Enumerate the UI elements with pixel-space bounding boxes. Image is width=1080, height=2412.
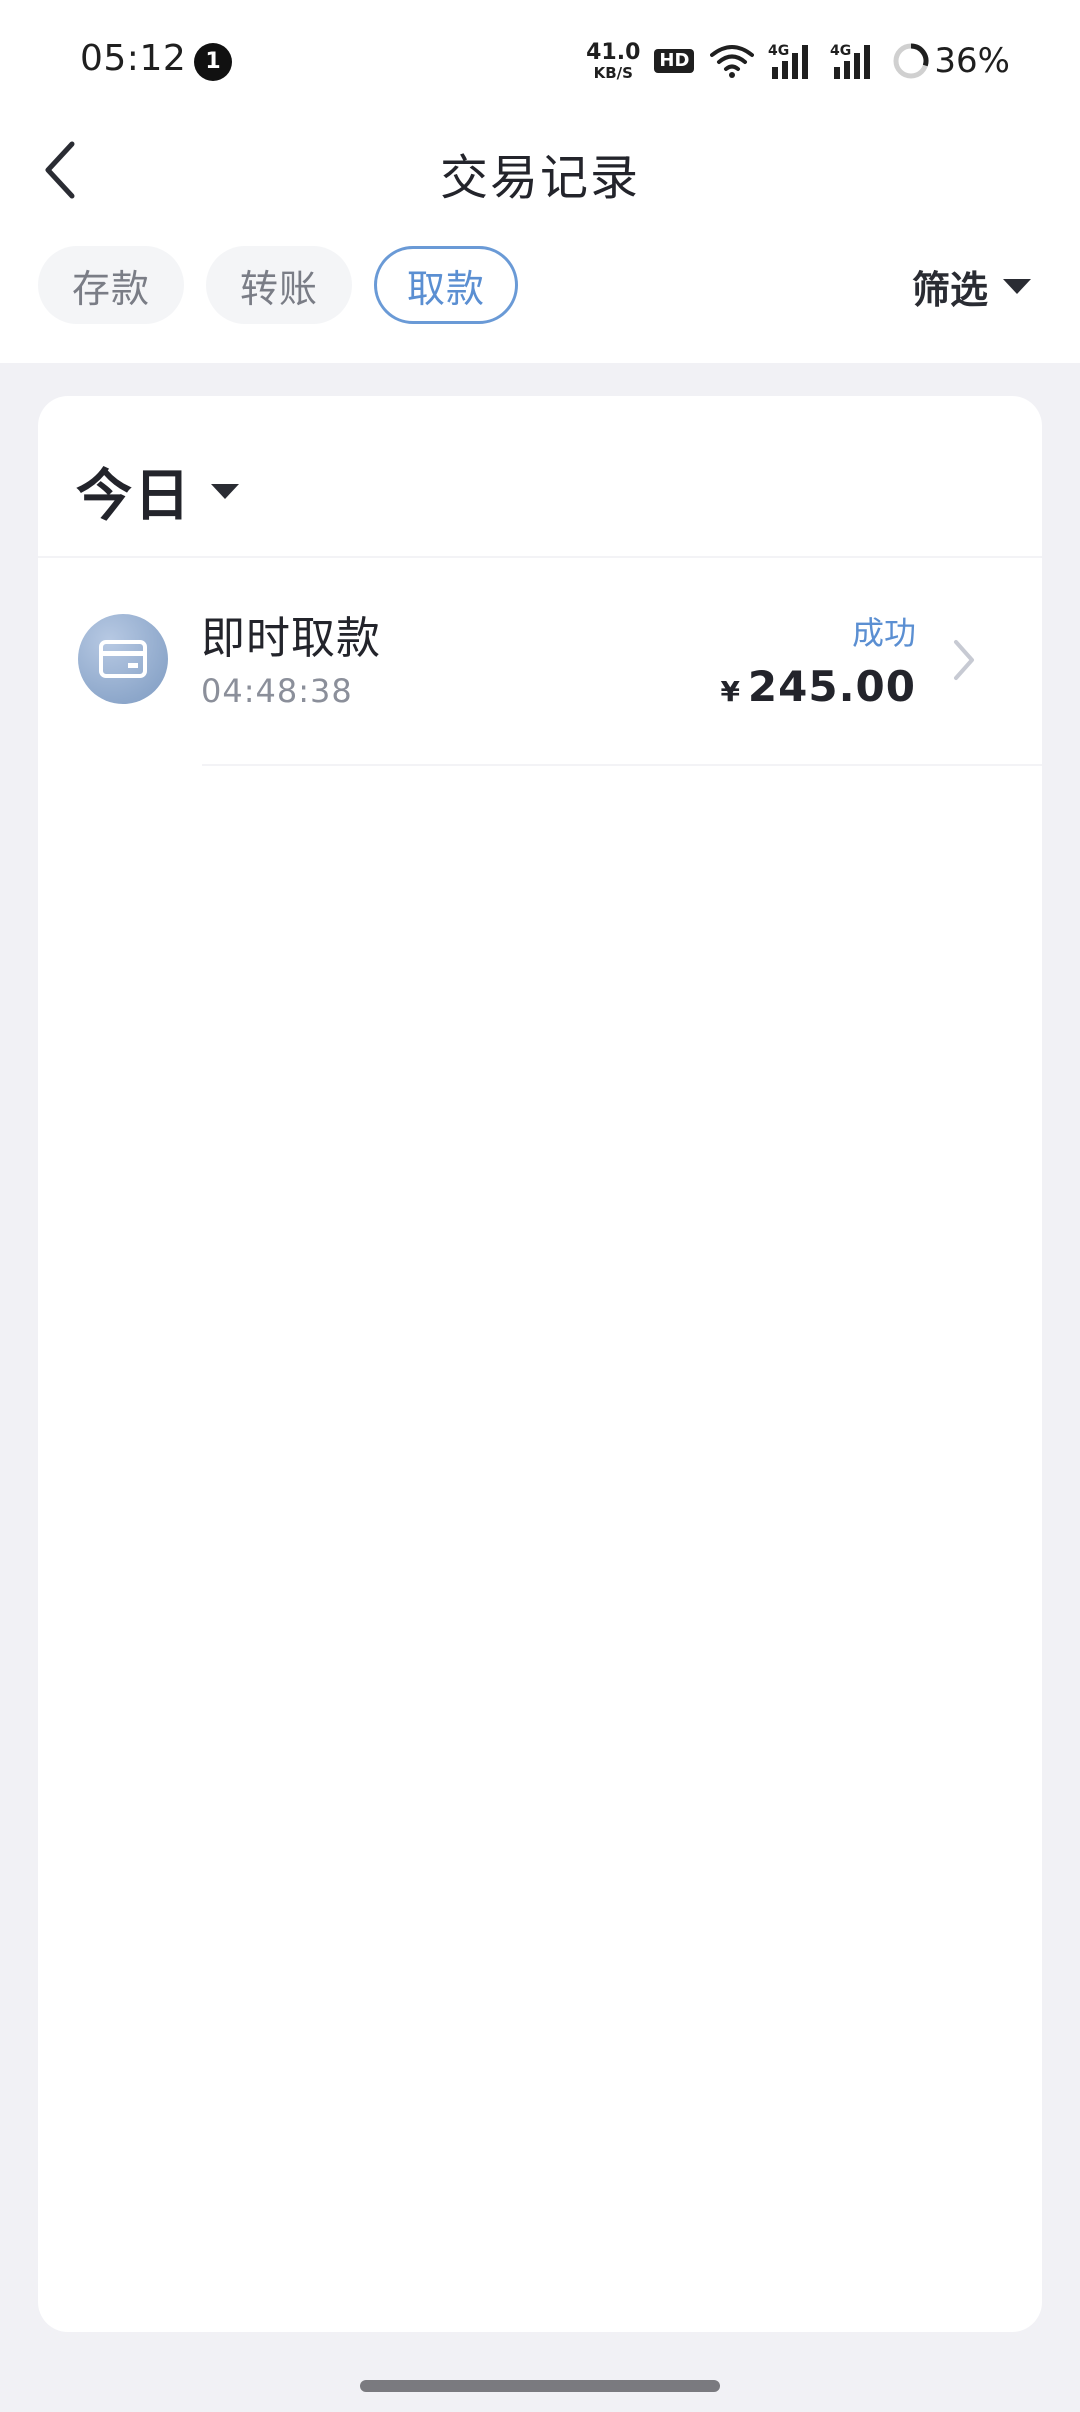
divider	[202, 764, 1042, 766]
wifi-icon	[710, 45, 755, 78]
tab-deposit[interactable]: 存款	[38, 246, 184, 324]
status-bar: 05:12 1 41.0 KB/S HD 4G 4G 36%	[0, 0, 1080, 120]
transaction-time: 04:48:38	[201, 672, 353, 710]
tab-transfer[interactable]: 转账	[206, 246, 352, 324]
date-selector[interactable]: 今日	[76, 456, 240, 529]
filter-label: 筛选	[911, 267, 988, 312]
transaction-status: 成功	[851, 614, 916, 652]
card-icon	[99, 640, 147, 678]
network-speed-unit: KB/S	[593, 63, 633, 82]
hd-icon: HD	[654, 49, 695, 73]
battery-ring-icon	[893, 43, 929, 79]
svg-text:4G: 4G	[768, 43, 789, 59]
transactions-card: 今日 即时取款 04:48:38 成功 ¥ 245.00	[38, 396, 1042, 2332]
amount-value: 245.00	[747, 662, 916, 711]
home-indicator[interactable]	[360, 2380, 720, 2392]
screen: 05:12 1 41.0 KB/S HD 4G 4G 36% 交易记录 存款 转…	[0, 0, 1080, 2412]
transaction-type-badge	[78, 614, 168, 704]
filter-button[interactable]: 筛选	[912, 256, 1032, 316]
status-time: 05:12	[80, 38, 187, 79]
battery-percent: 36%	[934, 41, 1010, 81]
svg-text:4G: 4G	[830, 43, 851, 59]
signal-4g-icon: 4G	[830, 43, 871, 79]
signal-4g-icon: 4G	[768, 43, 809, 79]
chevron-right-icon	[954, 640, 974, 680]
date-label: 今日	[76, 463, 192, 529]
transaction-title: 即时取款	[201, 613, 381, 664]
top-area: 05:12 1 41.0 KB/S HD 4G 4G 36% 交易记录 存款 转…	[0, 0, 1080, 363]
caret-down-icon	[211, 484, 239, 499]
currency-symbol: ¥	[720, 675, 740, 708]
status-icons: 41.0 KB/S HD 4G 4G 36%	[586, 34, 1010, 88]
notification-badge: 1	[194, 43, 232, 81]
network-speed-value: 41.0	[586, 39, 641, 65]
tab-withdraw[interactable]: 取款	[374, 246, 518, 324]
network-speed: 41.0 KB/S	[586, 39, 641, 82]
transaction-row[interactable]: 即时取款 04:48:38 成功 ¥ 245.00	[38, 558, 1042, 766]
caret-down-icon	[1003, 279, 1031, 294]
page-title: 交易记录	[439, 150, 640, 206]
transaction-amount: ¥ 245.00	[720, 662, 916, 711]
